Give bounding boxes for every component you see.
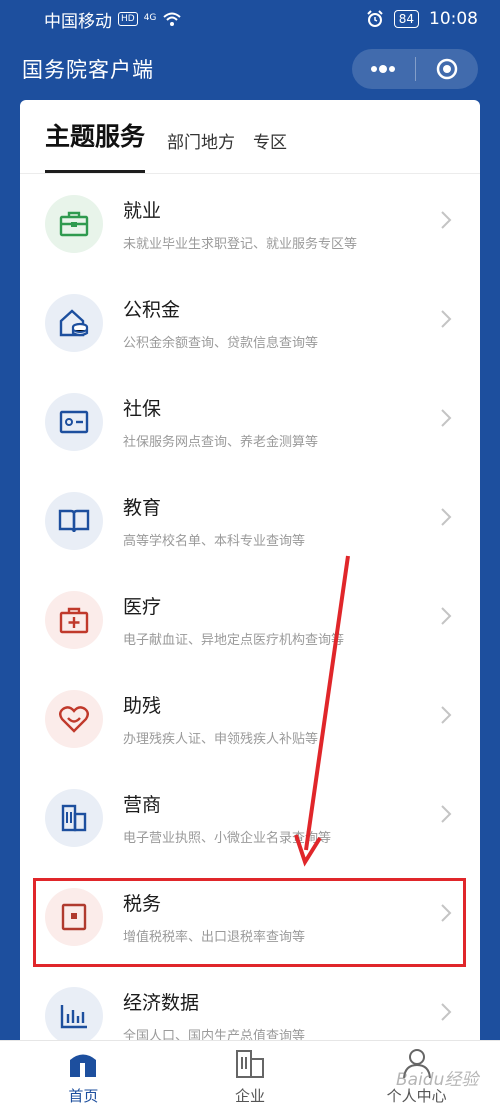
book-icon	[45, 491, 103, 550]
chevron-right-icon	[441, 211, 452, 229]
service-item-education[interactable]: 教育 高等学校名单、本科专业查询等	[20, 471, 480, 570]
service-item-taxation[interactable]: 税务 增值税税率、出口退税率查询等	[20, 867, 480, 966]
bottom-nav: 首页 企业 个人中心	[0, 1040, 500, 1111]
service-desc: 办理残疾人证、申领残疾人补贴等	[123, 731, 319, 747]
building-icon	[235, 1049, 264, 1078]
status-bar: 中国移动 HD 4G 84 10:08	[0, 0, 500, 38]
heart-icon	[45, 689, 103, 748]
service-title: 税务	[123, 892, 162, 915]
more-dots-icon	[371, 65, 396, 73]
chevron-right-icon	[441, 805, 452, 823]
network-label: 4G	[143, 12, 157, 23]
service-item-medical[interactable]: 医疗 电子献血证、异地定点医疗机构查询等	[20, 570, 480, 669]
service-item-housing-fund[interactable]: 公积金 公积金余额查询、贷款信息查询等	[20, 273, 480, 372]
chevron-right-icon	[441, 706, 452, 724]
nav-enterprise[interactable]: 企业	[190, 1047, 310, 1106]
tab-bar: 主题服务 部门地方 专区	[20, 100, 480, 174]
tab-departments[interactable]: 部门地方	[167, 128, 235, 173]
tax-document-icon	[45, 887, 103, 946]
service-desc: 电子营业执照、小微企业名录查询等	[123, 830, 332, 846]
service-card: 主题服务 部门地方 专区 就业 未就业毕业生求职登记、就业服务专区等 公积金 公…	[20, 100, 480, 1040]
chevron-right-icon	[441, 607, 452, 625]
service-desc: 电子献血证、异地定点医疗机构查询等	[123, 632, 345, 648]
service-title: 助残	[123, 694, 162, 717]
service-desc: 公积金余额查询、贷款信息查询等	[123, 335, 319, 351]
medical-kit-icon	[45, 590, 103, 649]
service-desc: 未就业毕业生求职登记、就业服务专区等	[123, 236, 358, 252]
building-icon	[45, 788, 103, 847]
briefcase-icon	[45, 194, 103, 253]
chevron-right-icon	[441, 508, 452, 526]
service-item-social-security[interactable]: 社保 社保服务网点查询、养老金测算等	[20, 372, 480, 471]
service-title: 教育	[123, 496, 162, 519]
chevron-right-icon	[441, 904, 452, 922]
battery-indicator: 84	[393, 10, 419, 28]
chevron-right-icon	[441, 409, 452, 427]
service-desc: 社保服务网点查询、养老金测算等	[123, 434, 319, 450]
nav-home[interactable]: 首页	[23, 1047, 143, 1106]
app-title: 国务院客户端	[22, 58, 154, 82]
service-desc: 高等学校名单、本科专业查询等	[123, 533, 306, 549]
chevron-right-icon	[441, 310, 452, 328]
service-title: 营商	[123, 793, 162, 816]
service-item-economic-data[interactable]: 经济数据 全国人口、国内生产总值查询等	[20, 966, 480, 1040]
nav-label: 首页	[68, 1086, 99, 1105]
service-title: 公积金	[123, 298, 181, 321]
service-item-disability-aid[interactable]: 助残 办理残疾人证、申领残疾人补贴等	[20, 669, 480, 768]
house-coins-icon	[45, 293, 103, 352]
service-title: 就业	[123, 199, 162, 222]
carrier-label: 中国移动	[44, 11, 112, 32]
clock: 10:08	[429, 9, 478, 29]
tab-zones[interactable]: 专区	[253, 128, 287, 173]
hd-badge: HD	[118, 12, 138, 26]
id-card-icon	[45, 392, 103, 451]
target-icon	[436, 58, 457, 80]
nav-label: 个人中心	[386, 1086, 447, 1105]
person-icon	[402, 1048, 431, 1078]
service-desc: 全国人口、国内生产总值查询等	[123, 1028, 306, 1041]
nav-personal-center[interactable]: 个人中心	[357, 1047, 477, 1106]
tab-theme-services[interactable]: 主题服务	[45, 100, 146, 173]
home-icon	[70, 1054, 97, 1077]
service-title: 医疗	[123, 595, 162, 618]
service-title: 经济数据	[123, 991, 200, 1014]
nav-label: 企业	[234, 1086, 265, 1105]
close-miniprogram-button[interactable]	[416, 49, 479, 89]
wifi-icon	[163, 12, 182, 26]
miniprogram-capsule	[352, 49, 478, 89]
service-item-business[interactable]: 营商 电子营业执照、小微企业名录查询等	[20, 768, 480, 867]
more-button[interactable]	[352, 49, 415, 89]
app-header: 国务院客户端	[0, 38, 500, 100]
service-item-employment[interactable]: 就业 未就业毕业生求职登记、就业服务专区等	[20, 174, 480, 273]
chevron-right-icon	[441, 1003, 452, 1021]
service-desc: 增值税税率、出口退税率查询等	[123, 929, 306, 945]
service-title: 社保	[123, 397, 162, 420]
alarm-icon	[367, 10, 383, 27]
bar-chart-icon	[45, 986, 103, 1040]
